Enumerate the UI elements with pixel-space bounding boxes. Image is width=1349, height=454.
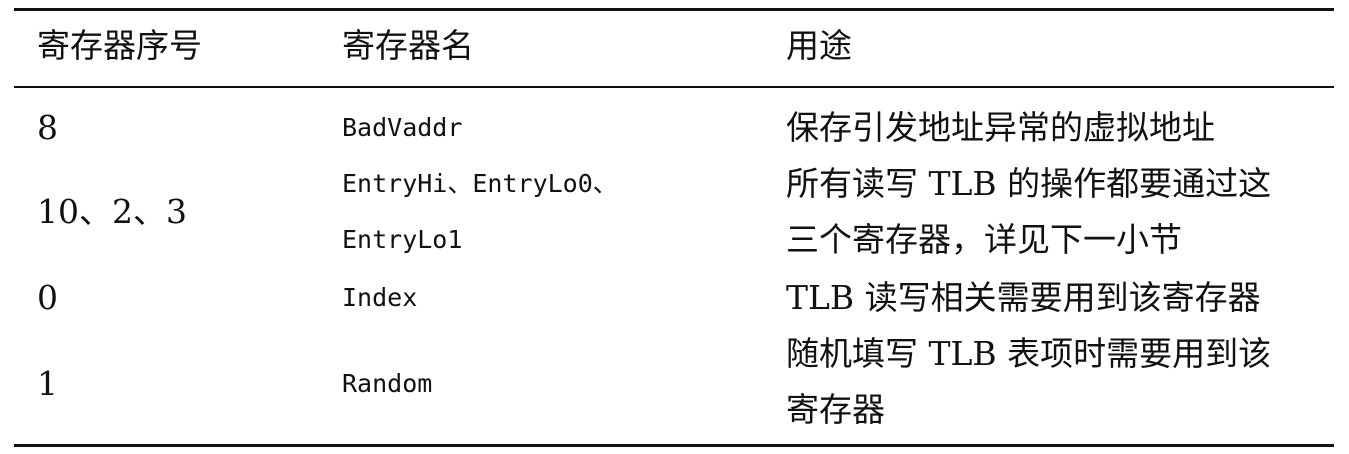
row-3-name: Index — [342, 283, 418, 312]
row-4-purpose-line-1: 随机填写 TLB 表项时需要用到该 — [786, 334, 1272, 373]
table-bottom-rule — [14, 444, 1334, 447]
row-3-purpose: TLB 读写相关需要用到该寄存器 — [786, 278, 1261, 317]
header-register-name: 寄存器名 — [342, 26, 474, 65]
row-2-name-line-2: EntryLo1 — [342, 225, 463, 254]
row-2-purpose: 所有读写 TLB 的操作都要通过这 三个寄存器，详见下一小节 — [786, 156, 1271, 268]
row-3-number: 0 — [37, 278, 58, 317]
table-header-rule — [14, 86, 1334, 88]
row-4-purpose: 随机填写 TLB 表项时需要用到该 寄存器 — [786, 326, 1271, 438]
row-4-number: 1 — [37, 364, 58, 403]
row-2-purpose-line-1: 所有读写 TLB 的操作都要通过这 — [786, 164, 1272, 203]
row-1-name: BadVaddr — [342, 113, 463, 142]
row-2-number: 10、2、3 — [37, 192, 187, 231]
row-4-name: Random — [342, 369, 433, 398]
table-top-rule — [14, 8, 1334, 11]
row-4-purpose-line-2: 寄存器 — [786, 390, 885, 429]
row-2-purpose-line-2: 三个寄存器，详见下一小节 — [786, 220, 1182, 259]
row-1-purpose: 保存引发地址异常的虚拟地址 — [786, 108, 1215, 147]
row-1-number: 8 — [37, 108, 58, 147]
row-2-name-line-1: EntryHi、EntryLo0、 — [342, 169, 618, 198]
row-2-name: EntryHi、EntryLo0、 EntryLo1 — [342, 156, 618, 268]
header-purpose: 用途 — [786, 26, 852, 65]
header-register-number: 寄存器序号 — [37, 26, 202, 65]
